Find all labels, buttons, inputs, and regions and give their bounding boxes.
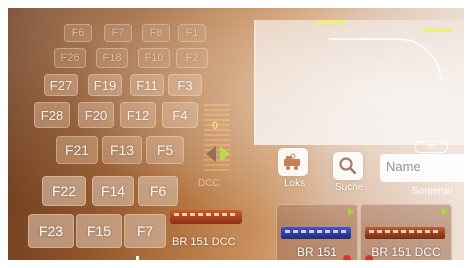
function-key-f1[interactable]: F1 [178, 24, 206, 42]
protocol-label: DCC [198, 178, 220, 189]
search-icon [339, 157, 357, 175]
active-marker-icon [442, 208, 448, 216]
function-key-f23[interactable]: F23 [28, 214, 74, 248]
touchscreen-photo: F6 F7 F8 F1 F26 F18 F10 F2 F27 F19 F11 F3 F28 F20 F12 F… [8, 8, 464, 260]
m-badge: m [414, 141, 448, 153]
function-key-f4[interactable]: F4 [162, 102, 198, 128]
direction-left-icon[interactable] [206, 146, 216, 162]
function-key-f6[interactable]: F6 [138, 176, 178, 206]
function-key-f5[interactable]: F5 [146, 136, 184, 164]
sort-label[interactable]: Sortierun [412, 186, 453, 197]
status-dot [365, 255, 373, 260]
active-marker-icon [348, 208, 354, 216]
function-key-f14[interactable]: F14 [92, 176, 134, 206]
function-key-f2[interactable]: F2 [176, 48, 208, 68]
loco-card-label: BR 151 DCC [371, 245, 441, 259]
loco-icon [284, 153, 300, 170]
loco-image [365, 227, 445, 239]
active-loco-name: BR 151 DCC [172, 236, 236, 248]
function-key-f7[interactable]: F7 [124, 214, 166, 248]
direction-right-icon[interactable] [220, 146, 230, 162]
function-key-f7[interactable]: F7 [104, 24, 132, 42]
function-key-f3[interactable]: F3 [168, 74, 202, 96]
loks-button[interactable] [278, 148, 308, 176]
active-loco-image[interactable] [170, 210, 242, 224]
function-key-f6[interactable]: F6 [64, 24, 92, 42]
name-search-input[interactable]: Name [380, 154, 464, 182]
function-key-f26[interactable]: F26 [54, 48, 86, 68]
loco-card[interactable]: BR 151 DCC [360, 204, 452, 260]
function-key-f20[interactable]: F20 [78, 102, 114, 128]
search-button[interactable] [333, 152, 363, 180]
function-key-f13[interactable]: F13 [102, 136, 142, 164]
track-marker [316, 20, 346, 24]
function-key-f28[interactable]: F28 [34, 102, 70, 128]
function-key-f19[interactable]: F19 [88, 74, 122, 96]
function-key-f22[interactable]: F22 [42, 176, 86, 206]
function-key-f27[interactable]: F27 [44, 74, 78, 96]
function-key-f11[interactable]: F11 [130, 74, 164, 96]
function-key-f21[interactable]: F21 [56, 136, 98, 164]
scroll-indicator [136, 256, 139, 260]
function-key-f10[interactable]: F10 [138, 48, 170, 68]
function-key-f12[interactable]: F12 [120, 102, 156, 128]
function-key-f15[interactable]: F15 [76, 214, 122, 248]
loco-card[interactable]: BR 151 [276, 204, 358, 260]
track-marker [423, 28, 453, 32]
loks-label: Loks [284, 178, 306, 189]
function-key-f8[interactable]: F8 [142, 24, 170, 42]
status-dot [343, 255, 351, 260]
speed-slider[interactable] [204, 104, 230, 174]
speed-value: 0 [212, 120, 219, 132]
search-label: Suche [335, 182, 364, 193]
loco-image [281, 227, 351, 239]
function-key-f18[interactable]: F18 [96, 48, 128, 68]
